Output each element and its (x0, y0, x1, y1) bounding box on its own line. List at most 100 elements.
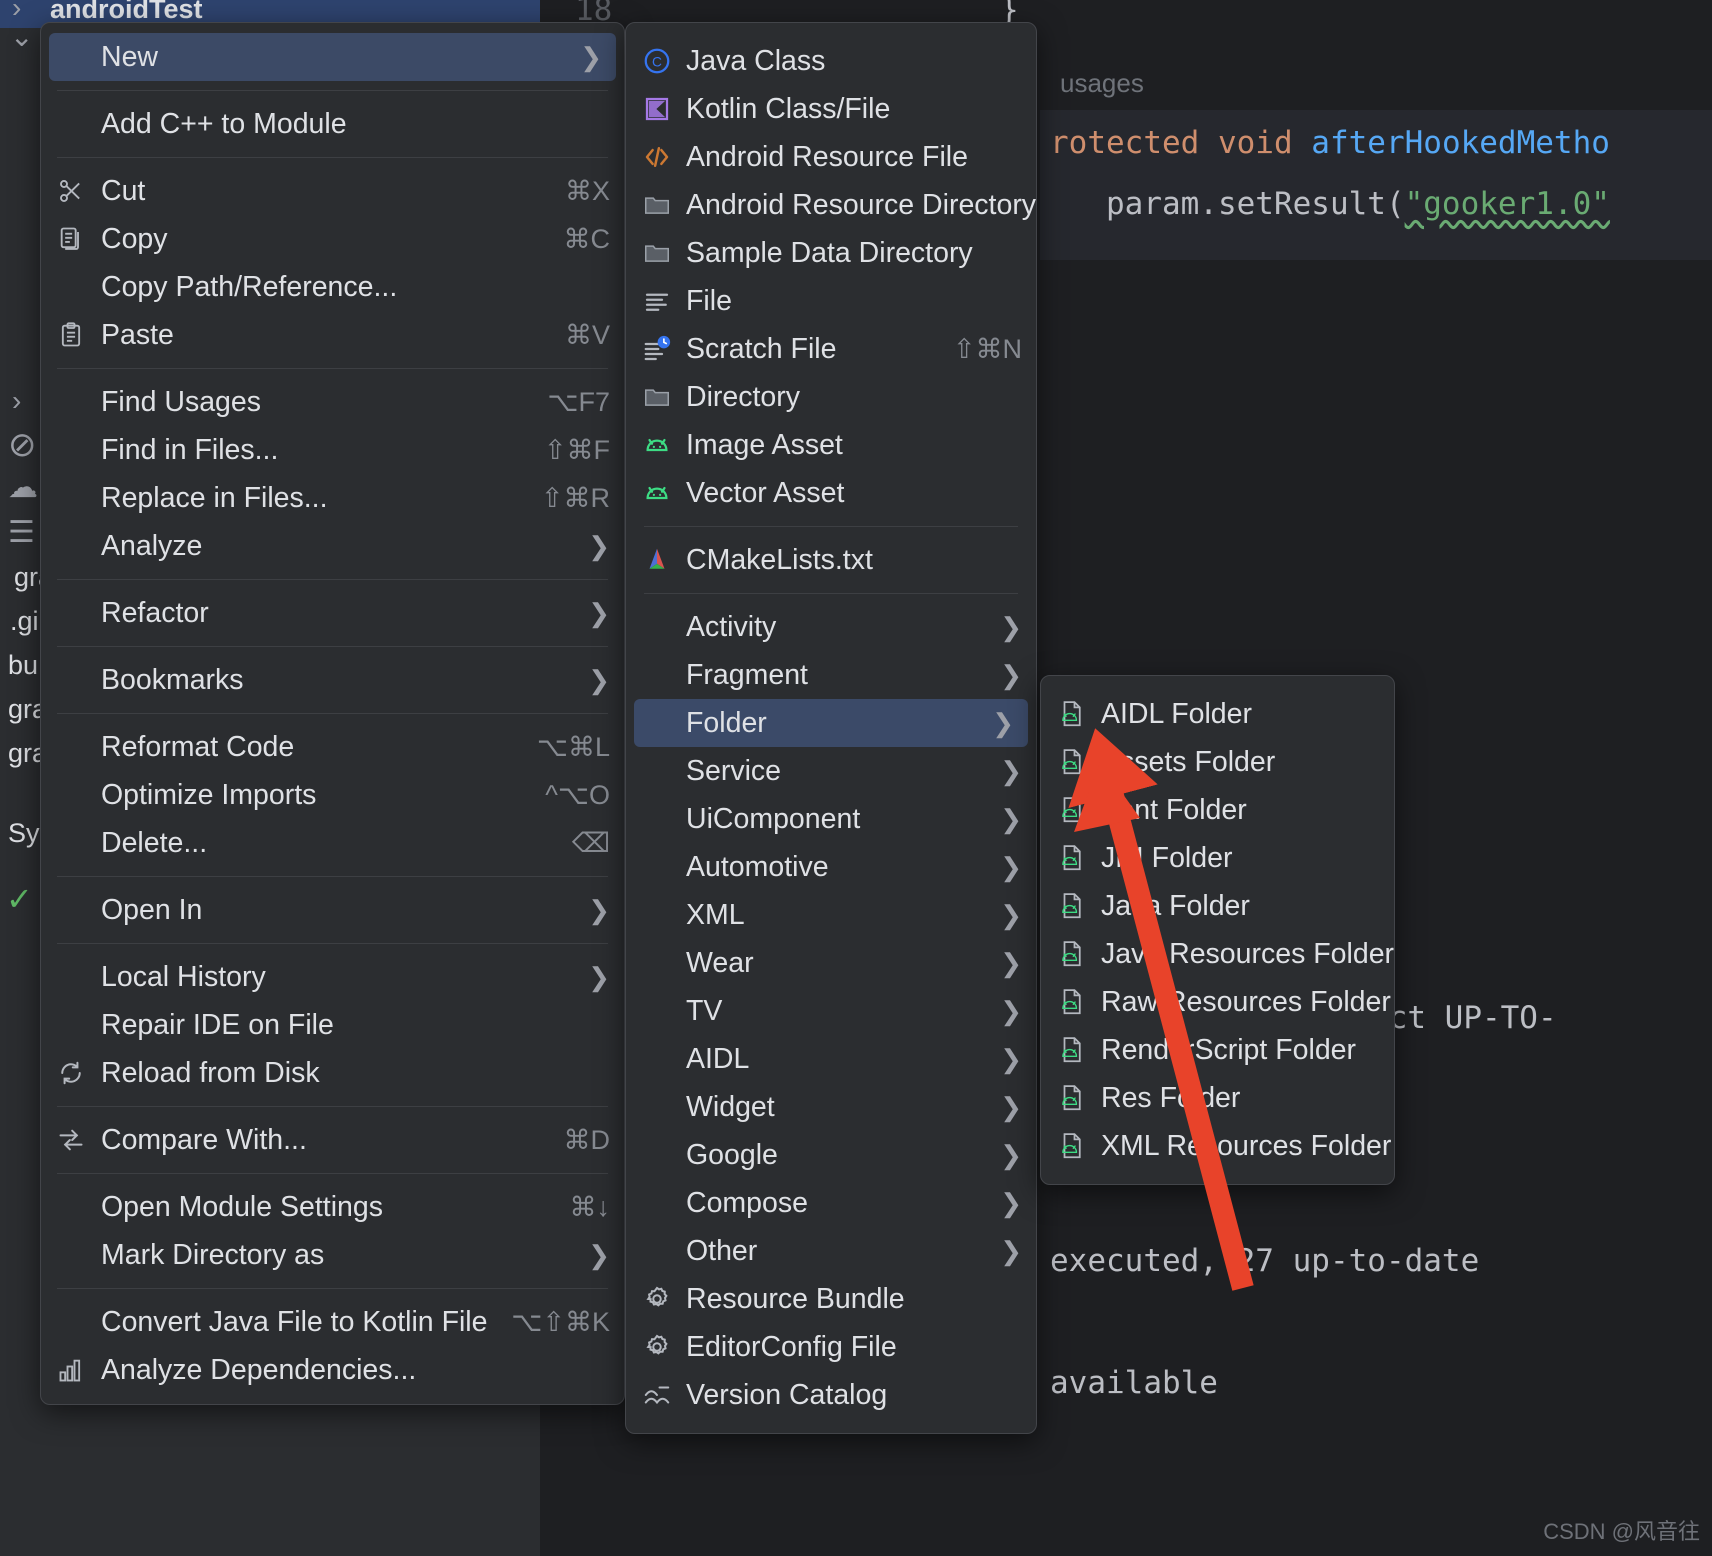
menu-item-tv[interactable]: TV ❯ (626, 987, 1036, 1035)
menu-item-file[interactable]: File (626, 277, 1036, 325)
menu-item-fragment[interactable]: Fragment ❯ (626, 651, 1036, 699)
menu-shortcut-replace-in-files: ⇧⌘R (540, 482, 610, 513)
menu-item-google[interactable]: Google ❯ (626, 1131, 1036, 1179)
menu-separator (57, 876, 608, 877)
tree-label-bu[interactable]: bu (8, 650, 38, 681)
menu-item-res-folder[interactable]: Res Folder (1041, 1074, 1394, 1122)
menu-label-reload-from-disk: Reload from Disk (101, 1056, 320, 1089)
tree-label-sy[interactable]: Sy (8, 818, 40, 849)
menu-item-sample-data-directory[interactable]: Sample Data Directory (626, 229, 1036, 277)
menu-item-scratch-file[interactable]: Scratch File ⇧⌘N (626, 325, 1036, 373)
menu-item-editorconfig-file[interactable]: EditorConfig File (626, 1323, 1036, 1371)
menu-item-assets-folder[interactable]: Assets Folder (1041, 738, 1394, 786)
tree-label-git[interactable]: .gi (10, 606, 39, 637)
menu-item-jni-folder[interactable]: JNI Folder (1041, 834, 1394, 882)
paste-icon (57, 321, 101, 349)
chevron-down-icon[interactable]: ⌄ (10, 20, 33, 53)
menu-shortcut-open-module-settings: ⌘↓ (569, 1191, 611, 1222)
menu-item-image-asset[interactable]: Image Asset (626, 421, 1036, 469)
menu-item-refactor[interactable]: Refactor ❯ (41, 589, 624, 637)
folder-icon (642, 382, 686, 412)
menu-item-vector-asset[interactable]: Vector Asset (626, 469, 1036, 517)
menu-item-automotive[interactable]: Automotive ❯ (626, 843, 1036, 891)
menu-item-find-usages[interactable]: Find Usages ⌥F7 (41, 378, 624, 426)
android-folder-icon (1057, 939, 1101, 969)
menu-separator (57, 1173, 608, 1174)
menu-item-directory[interactable]: Directory (626, 373, 1036, 421)
menu-item-compare-with[interactable]: Compare With... ⌘D (41, 1116, 624, 1164)
menu-item-cmakelists[interactable]: CMakeLists.txt (626, 536, 1036, 584)
menu-label-java-class: Java Class (686, 44, 826, 77)
menu-separator (57, 579, 608, 580)
menu-item-add-cpp[interactable]: Add C++ to Module (41, 100, 624, 148)
menu-item-resource-bundle[interactable]: Resource Bundle (626, 1275, 1036, 1323)
menu-item-paste[interactable]: Paste ⌘V (41, 311, 624, 359)
menu-item-delete[interactable]: Delete... ⌫ (41, 819, 624, 867)
menu-item-renderscript-folder[interactable]: RenderScript Folder (1041, 1026, 1394, 1074)
folder-submenu[interactable]: AIDL Folder Assets Folder Font Folder JN… (1040, 675, 1395, 1185)
menu-label-vector-asset: Vector Asset (686, 476, 845, 509)
menu-label-android-resource-directory: Android Resource Directory (686, 188, 1037, 221)
menu-item-cut[interactable]: Cut ⌘X (41, 167, 624, 215)
menu-item-service[interactable]: Service ❯ (626, 747, 1036, 795)
menu-item-analyze[interactable]: Analyze ❯ (41, 522, 624, 570)
menu-item-open-module-settings[interactable]: Open Module Settings ⌘↓ (41, 1183, 624, 1231)
new-submenu[interactable]: C Java Class Kotlin Class/File Android R… (625, 22, 1037, 1434)
menu-item-android-resource-directory[interactable]: Android Resource Directory (626, 181, 1036, 229)
menu-item-other[interactable]: Other ❯ (626, 1227, 1036, 1275)
menu-item-android-resource-file[interactable]: Android Resource File (626, 133, 1036, 181)
menu-item-folder[interactable]: Folder ❯ (634, 699, 1028, 747)
menu-label-uicomponent: UiComponent (686, 802, 861, 835)
menu-item-repair-ide[interactable]: Repair IDE on File (41, 1001, 624, 1049)
menu-label-file: File (686, 284, 732, 317)
menu-label-compare-with: Compare With... (101, 1123, 307, 1156)
menu-item-font-folder[interactable]: Font Folder (1041, 786, 1394, 834)
menu-label-wear: Wear (686, 946, 754, 979)
menu-item-aidl-folder[interactable]: AIDL Folder (1041, 690, 1394, 738)
chevron-right-icon-compose: ❯ (1000, 1188, 1022, 1218)
menu-shortcut-convert-java-to-kotlin: ⌥⇧⌘K (511, 1306, 610, 1337)
menu-label-kotlin-class: Kotlin Class/File (686, 92, 891, 125)
menu-item-replace-in-files[interactable]: Replace in Files... ⇧⌘R (41, 474, 624, 522)
chevron-right-icon[interactable]: › (12, 385, 21, 417)
menu-item-activity[interactable]: Activity ❯ (626, 603, 1036, 651)
menu-item-xml[interactable]: XML ❯ (626, 891, 1036, 939)
menu-item-uicomponent[interactable]: UiComponent ❯ (626, 795, 1036, 843)
menu-item-java-class[interactable]: C Java Class (626, 37, 1036, 85)
menu-item-version-catalog[interactable]: Version Catalog (626, 1371, 1036, 1419)
menu-label-find-in-files: Find in Files... (101, 433, 279, 466)
chevron-right-icon-analyze: ❯ (588, 531, 610, 561)
menu-item-reformat-code[interactable]: Reformat Code ⌥⌘L (41, 723, 624, 771)
menu-item-aidl[interactable]: AIDL ❯ (626, 1035, 1036, 1083)
menu-item-widget[interactable]: Widget ❯ (626, 1083, 1036, 1131)
menu-item-raw-resources-folder[interactable]: Raw Resources Folder (1041, 978, 1394, 1026)
android-folder-icon (1057, 1083, 1101, 1113)
menu-item-convert-java-to-kotlin[interactable]: Convert Java File to Kotlin File ⌥⇧⌘K (41, 1298, 624, 1346)
menu-item-xml-resources-folder[interactable]: XML Resources Folder (1041, 1122, 1394, 1170)
menu-item-java-resources-folder[interactable]: Java Resources Folder (1041, 930, 1394, 978)
menu-item-open-in[interactable]: Open In ❯ (41, 886, 624, 934)
checkmark-icon: ✓ (6, 881, 33, 917)
menu-item-kotlin-class[interactable]: Kotlin Class/File (626, 85, 1036, 133)
compare-icon (57, 1126, 101, 1154)
menu-label-resource-bundle: Resource Bundle (686, 1282, 905, 1315)
menu-item-copy[interactable]: Copy ⌘C (41, 215, 624, 263)
menu-label-directory: Directory (686, 380, 801, 413)
menu-item-reload-from-disk[interactable]: Reload from Disk (41, 1049, 624, 1097)
chevron-right-icon-google: ❯ (1000, 1140, 1022, 1170)
menu-item-optimize-imports[interactable]: Optimize Imports ^⌥O (41, 771, 624, 819)
file-context-menu[interactable]: New ❯ Add C++ to Module Cut ⌘X Copy ⌘C C… (40, 22, 625, 1405)
menu-item-copy-path[interactable]: Copy Path/Reference... (41, 263, 624, 311)
menu-item-mark-directory-as[interactable]: Mark Directory as ❯ (41, 1231, 624, 1279)
menu-item-wear[interactable]: Wear ❯ (626, 939, 1036, 987)
console-line-2: executed, 27 up-to-date (1050, 1243, 1480, 1279)
menu-item-compose[interactable]: Compose ❯ (626, 1179, 1036, 1227)
menu-item-local-history[interactable]: Local History ❯ (41, 953, 624, 1001)
menu-item-analyze-dependencies[interactable]: Analyze Dependencies... (41, 1346, 624, 1394)
menu-item-find-in-files[interactable]: Find in Files... ⇧⌘F (41, 426, 624, 474)
no-entry-icon: ⊘ (8, 426, 37, 464)
menu-item-new[interactable]: New ❯ (49, 33, 616, 81)
menu-item-bookmarks[interactable]: Bookmarks ❯ (41, 656, 624, 704)
android-icon (642, 478, 686, 508)
menu-item-java-folder[interactable]: Java Folder (1041, 882, 1394, 930)
